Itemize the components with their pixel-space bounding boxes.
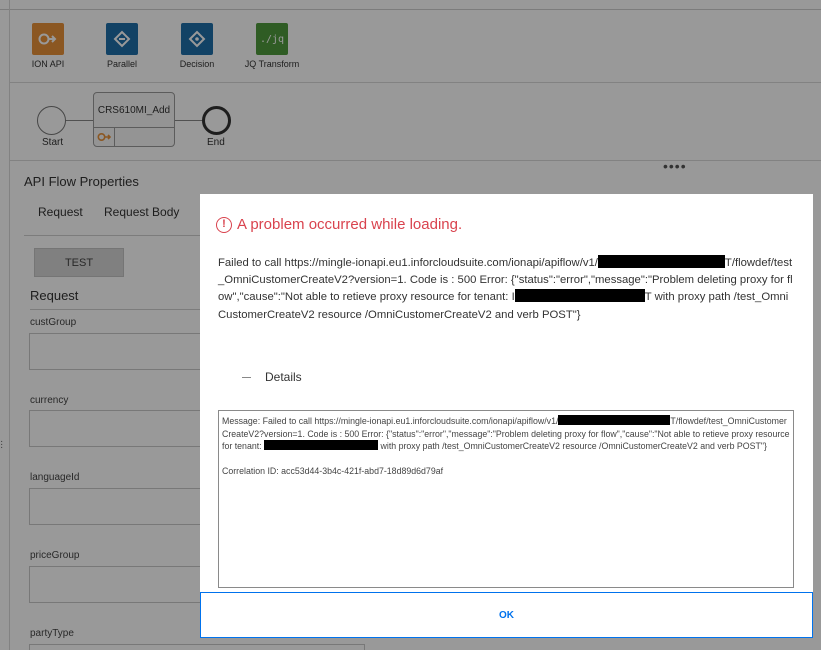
details-message: Message: Failed to call https://mingle-i…: [222, 415, 790, 453]
error-message: Failed to call https://mingle-ionapi.eu1…: [218, 255, 796, 324]
error-icon: !: [216, 216, 232, 233]
details-text: with proxy path /test_OmniCustomerCreate…: [378, 441, 767, 451]
dialog-header: ! A problem occurred while loading.: [216, 216, 462, 233]
ok-button[interactable]: OK: [200, 592, 813, 638]
dialog-title: A problem occurred while loading.: [237, 216, 463, 233]
redacted-block: [558, 415, 671, 425]
details-textarea[interactable]: Message: Failed to call https://mingle-i…: [218, 410, 794, 588]
details-toggle[interactable]: Details: [242, 370, 302, 384]
collapse-icon: [242, 376, 251, 378]
details-label: Details: [265, 370, 302, 384]
redacted-block: [597, 255, 725, 268]
details-text: Message: Failed to call https://mingle-i…: [222, 416, 559, 426]
message-text: Failed to call https://mingle-ionapi.eu1…: [218, 257, 598, 269]
correlation-id: Correlation ID: acc53d44-3b4c-421f-abd7-…: [222, 465, 444, 476]
redacted-block: [264, 440, 379, 450]
redacted-block: [514, 289, 645, 303]
error-dialog: ! A problem occurred while loading. Fail…: [200, 194, 813, 638]
